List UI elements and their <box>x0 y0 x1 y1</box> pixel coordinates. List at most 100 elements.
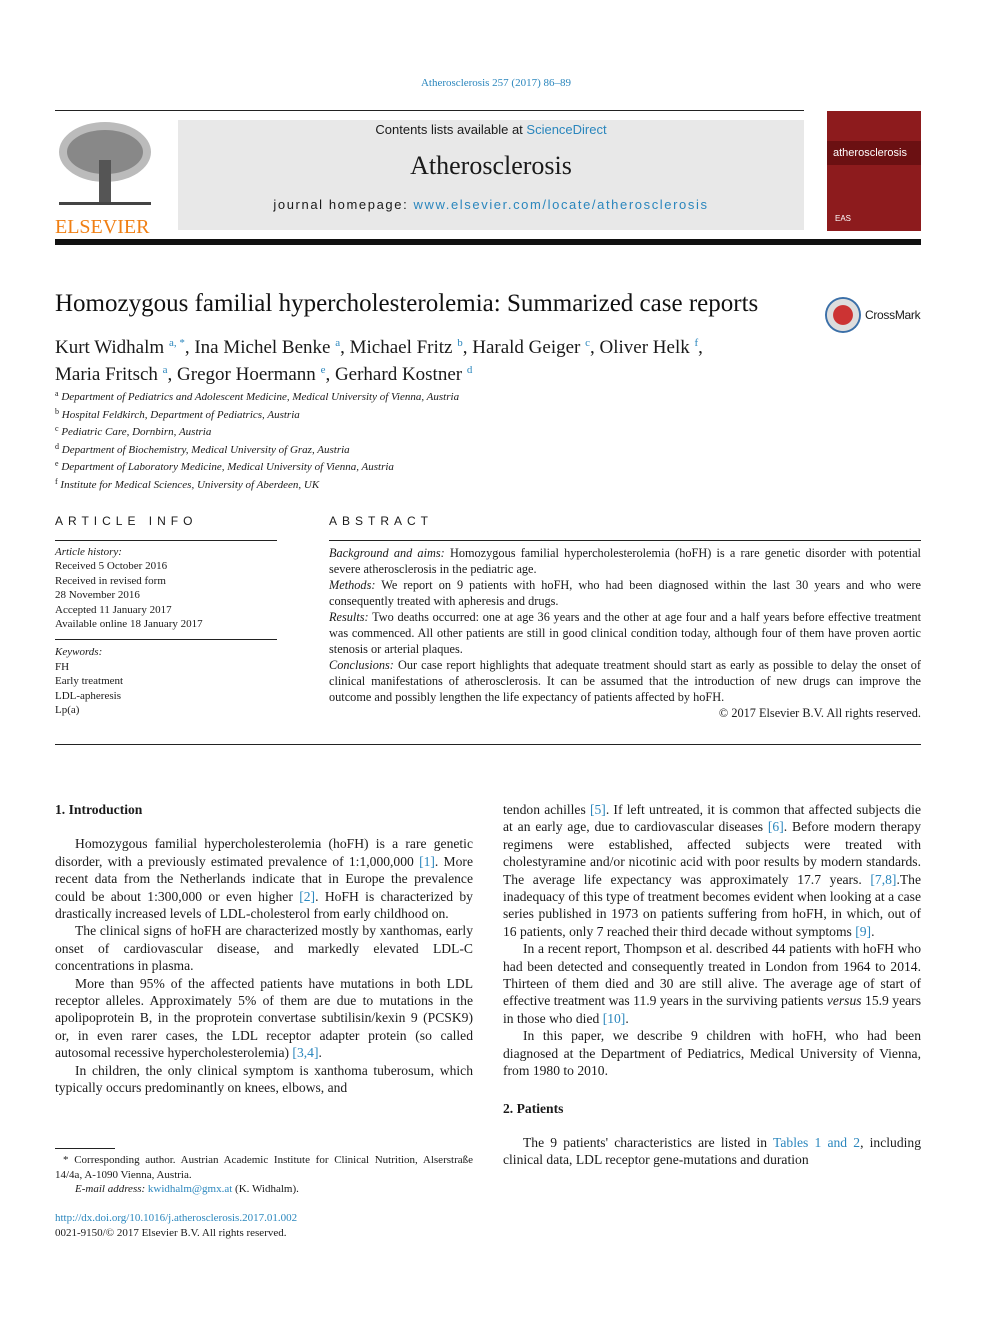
affiliation-key: c <box>55 424 59 433</box>
affiliation-key: b <box>55 406 59 416</box>
author-separator: , <box>167 364 178 385</box>
author-separator: , <box>325 364 335 385</box>
email-suffix: (K. Widhalm). <box>232 1183 299 1195</box>
abstract-section: Conclusions: Our case report highlights … <box>329 657 921 705</box>
body-left-column: 1. Introduction Homozygous familial hype… <box>55 801 473 1097</box>
history-item: Accepted 11 January 2017 <box>55 603 172 616</box>
crossmark-icon <box>825 297 861 333</box>
citation-link[interactable]: [2] <box>299 889 315 904</box>
affiliation-key: a <box>55 389 59 398</box>
affiliation: a Department of Pediatrics and Adolescen… <box>55 387 459 405</box>
abstract-section-text: Two deaths occurred: one at age 36 years… <box>329 610 921 656</box>
author-name[interactable]: Michael Fritz <box>350 337 453 358</box>
affiliation-text: Pediatric Care, Dornbirn, Austria <box>61 426 212 438</box>
keyword: LDL-apheresis <box>55 689 121 702</box>
text-run: More than 95% of the affected patients h… <box>55 975 473 1061</box>
authors-line-2: Maria Fritsch a, Gregor Hoermann e, Gerh… <box>55 359 815 386</box>
article-info: Article history: Received 5 October 2016… <box>55 540 277 717</box>
affiliations: a Department of Pediatrics and Adolescen… <box>55 387 459 492</box>
abstract-sections: Background and aims: Homozygous familial… <box>329 545 921 705</box>
doi-link[interactable]: http://dx.doi.org/10.1016/j.atherosclero… <box>55 1211 297 1226</box>
email-label: E-mail address: <box>75 1183 146 1195</box>
email-line: E-mail address: kwidhalm@gmx.at (K. Widh… <box>55 1182 473 1197</box>
abstract-copyright: © 2017 Elsevier B.V. All rights reserved… <box>718 706 921 720</box>
contents-label: Contents lists available at <box>375 122 527 137</box>
author-separator: , <box>462 337 473 358</box>
paragraph: The clinical signs of hoFH are character… <box>55 922 473 974</box>
paragraph: Homozygous familial hypercholesterolemia… <box>55 835 473 922</box>
author-separator: , <box>340 337 350 358</box>
author-name[interactable]: Kurt Widhalm <box>55 337 164 358</box>
author-name[interactable]: Oliver Helk <box>600 337 690 358</box>
citation-link[interactable]: Tables 1 and 2 <box>773 1135 860 1150</box>
author-name[interactable]: Harald Geiger <box>472 337 580 358</box>
emphasis: versus <box>826 993 862 1009</box>
citation-link[interactable]: [6] <box>768 819 784 834</box>
footnote-rule <box>55 1148 115 1149</box>
author-name[interactable]: Maria Fritsch <box>55 364 158 385</box>
homepage-link[interactable]: www.elsevier.com/locate/atherosclerosis <box>414 197 709 212</box>
divider <box>55 744 921 745</box>
author-name[interactable]: Gerhard Kostner <box>335 364 462 385</box>
author-separator: , <box>184 337 195 358</box>
author-name[interactable]: Ina Michel Benke <box>194 337 330 358</box>
history-item: 28 November 2016 <box>55 589 140 602</box>
journal-citation-link[interactable]: Atherosclerosis 257 (2017) 86–89 <box>0 77 992 89</box>
cover-society-logo: EAS <box>835 214 852 223</box>
crossmark-button[interactable]: CrossMark <box>825 297 921 333</box>
doi-block: http://dx.doi.org/10.1016/j.atherosclero… <box>55 1211 297 1241</box>
cover-title: atherosclerosis <box>833 147 907 159</box>
article-title: Homozygous familial hypercholesterolemia… <box>55 290 759 317</box>
elsevier-tree-icon <box>59 122 151 205</box>
abstract-section-label: Conclusions: <box>329 658 394 672</box>
abstract-section-text: Our case report highlights that adequate… <box>329 658 922 704</box>
email-link[interactable]: kwidhalm@gmx.at <box>148 1183 232 1195</box>
abstract-section-label: Methods: <box>329 578 376 592</box>
keyword: FH <box>55 660 70 673</box>
text-run: tendon achilles <box>503 802 590 817</box>
citation-link[interactable]: [7,8] <box>870 872 896 887</box>
text-run: In children, the only clinical symptom i… <box>55 1062 473 1096</box>
citation-link[interactable]: [9] <box>855 924 871 939</box>
journal-title: Atherosclerosis <box>410 151 572 180</box>
citation-link[interactable]: [3,4] <box>292 1045 318 1060</box>
keywords: Keywords: FH Early treatment LDL-apheresis… <box>55 639 277 717</box>
introduction-text-continued: tendon achilles [5]. If left untreated, … <box>503 801 921 1080</box>
affiliation-key: d <box>55 441 59 451</box>
abstract-section-text: We report on 9 patients with hoFH, who h… <box>329 578 921 608</box>
affiliation-text: Department of Pediatrics and Adolescent … <box>61 391 460 403</box>
sciencedirect-link[interactable]: ScienceDirect <box>526 122 606 137</box>
abstract-section-label: Background and aims: <box>329 546 445 560</box>
citation-link[interactable]: [5] <box>590 802 606 817</box>
abstract-section: Methods: We report on 9 patients with ho… <box>329 577 921 609</box>
history-list: Received 5 October 2016 Received in revis… <box>55 559 277 631</box>
author-list: Kurt Widhalm a, *, Ina Michel Benke a, M… <box>55 332 815 386</box>
keyword-list: FH Early treatment LDL-apheresis Lp(a) <box>55 660 277 718</box>
affiliation: f Institute for Medical Sciences, Univer… <box>55 475 459 493</box>
affiliation: b Hospital Feldkirch, Department of Pedi… <box>55 405 459 423</box>
elsevier-wordmark: ELSEVIER <box>55 216 150 238</box>
keyword: Lp(a) <box>55 704 80 717</box>
citation-link[interactable]: [10] <box>603 1011 626 1026</box>
author-affiliation-marker[interactable]: d <box>467 364 473 376</box>
affiliation-key: f <box>55 476 58 486</box>
header-divider <box>55 239 921 245</box>
citation-link[interactable]: [1] <box>419 854 435 869</box>
contents-line: Contents lists available at ScienceDirec… <box>178 122 804 137</box>
text-run: Homozygous familial hypercholesterolemia… <box>55 836 473 869</box>
journal-banner: Contents lists available at ScienceDirec… <box>178 120 804 230</box>
affiliation-text: Department of Biochemistry, Medical Univ… <box>61 443 350 456</box>
author-affiliation-marker[interactable]: a, * <box>169 337 185 349</box>
paragraph: In this paper, we describe 9 children wi… <box>503 1027 921 1079</box>
homepage-label: journal homepage: <box>273 197 414 212</box>
keyword: Early treatment <box>55 675 124 688</box>
elsevier-logo[interactable]: ELSEVIER <box>55 120 157 237</box>
paragraph: The 9 patients' characteristics are list… <box>503 1134 921 1169</box>
paragraph: More than 95% of the affected patients h… <box>55 975 473 1062</box>
introduction-text: Homozygous familial hypercholesterolemia… <box>55 835 473 1096</box>
affiliation-text: Hospital Feldkirch, Department of Pediat… <box>61 408 300 421</box>
journal-cover-image[interactable]: atherosclerosis EAS <box>827 111 921 231</box>
issn-copyright: 0021-9150/© 2017 Elsevier B.V. All right… <box>55 1227 287 1239</box>
history-item: Received 5 October 2016 <box>55 560 168 573</box>
author-name[interactable]: Gregor Hoermann <box>177 364 316 385</box>
